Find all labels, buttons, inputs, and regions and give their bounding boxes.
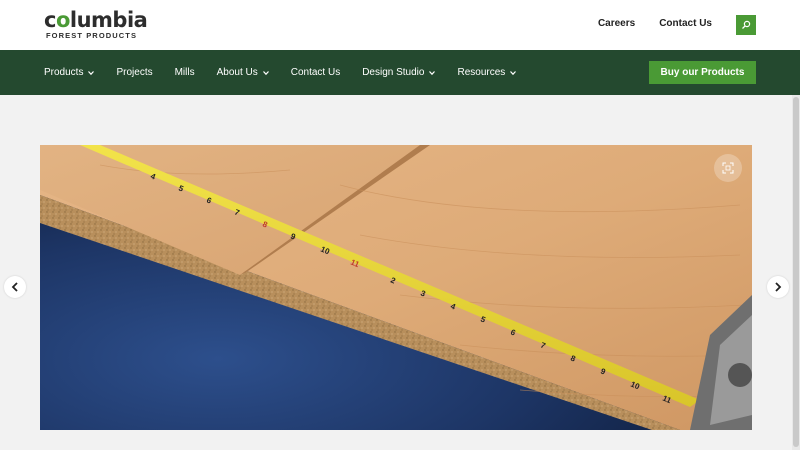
nav-item-label: Projects xyxy=(116,67,153,78)
nav-item-about-us[interactable]: About Us xyxy=(217,67,269,78)
nav-item-projects[interactable]: Projects xyxy=(116,67,152,78)
main-nav: Products Projects Mills About Us Contact Us D… xyxy=(0,50,800,95)
columbia-logo[interactable]: columbia FOREST PRODUCTS xyxy=(44,8,154,40)
hero-image: 4 5 6 7 8 9 10 11 2 3 4 5 6 7 8 9 10 11 xyxy=(40,145,752,430)
expand-button[interactable] xyxy=(714,154,742,182)
nav-item-design-studio[interactable]: Design Studio xyxy=(362,67,436,78)
nav-item-label: Mills xyxy=(174,67,195,78)
page-scrollbar[interactable] xyxy=(792,95,800,450)
hero-photo: 4 5 6 7 8 9 10 11 2 3 4 5 6 7 8 9 10 11 xyxy=(40,145,752,430)
carousel-next-button[interactable] xyxy=(767,276,789,298)
chevron-down-icon xyxy=(510,70,517,75)
top-header: columbia FOREST PRODUCTS Careers Contact… xyxy=(0,0,800,50)
nav-item-products[interactable]: Products xyxy=(44,67,95,78)
scrollbar-thumb[interactable] xyxy=(793,97,799,447)
carousel-prev-button[interactable] xyxy=(4,276,26,298)
search-icon xyxy=(742,20,751,29)
nav-menu: Products Projects Mills About Us Contact Us D… xyxy=(44,50,538,95)
nav-item-label: Products xyxy=(44,67,84,78)
logo-wordmark: columbia xyxy=(44,8,148,32)
nav-item-contact-us[interactable]: Contact Us xyxy=(291,67,340,78)
nav-item-mills[interactable]: Mills xyxy=(175,67,195,78)
chevron-down-icon xyxy=(429,70,436,75)
search-button[interactable] xyxy=(736,15,756,35)
chevron-left-icon xyxy=(11,282,18,292)
careers-link[interactable]: Careers xyxy=(598,18,635,29)
utility-links: Careers Contact Us xyxy=(598,18,712,29)
nav-item-label: About Us xyxy=(216,67,258,78)
contact-us-top-link[interactable]: Contact Us xyxy=(659,18,712,29)
chevron-down-icon xyxy=(88,70,95,75)
nav-item-resources[interactable]: Resources xyxy=(457,67,517,78)
nav-item-label: Resources xyxy=(457,67,506,78)
nav-item-label: Contact Us xyxy=(290,67,341,78)
logo-subtitle: FOREST PRODUCTS xyxy=(46,31,138,40)
chevron-right-icon xyxy=(775,282,782,292)
chevron-down-icon xyxy=(262,70,269,75)
nav-item-label: Design Studio xyxy=(362,67,425,78)
buy-products-button[interactable]: Buy our Products xyxy=(649,61,756,84)
expand-icon xyxy=(722,162,734,174)
